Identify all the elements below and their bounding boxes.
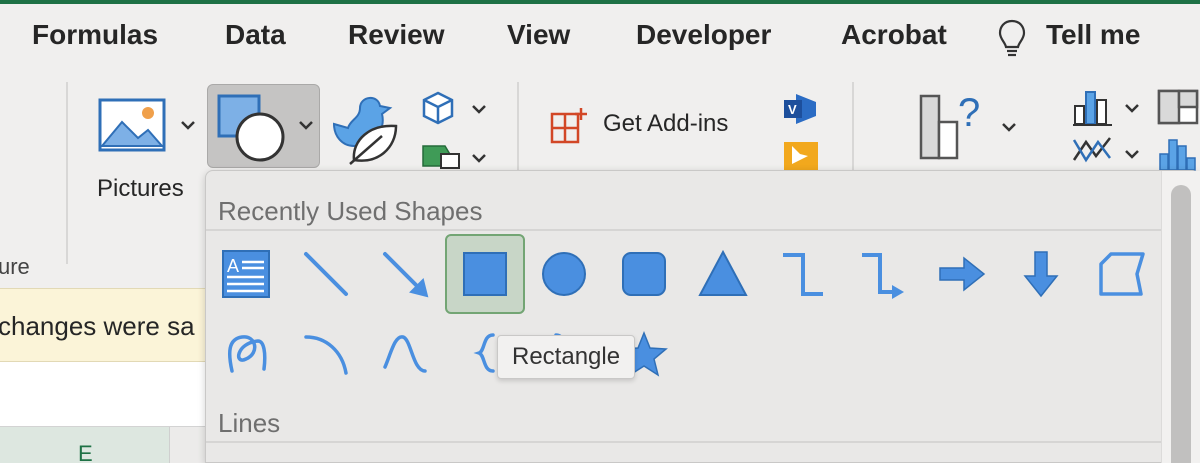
shapes-scrollbar[interactable]: [1161, 171, 1200, 463]
rounded-rectangle-shape[interactable]: [604, 234, 684, 314]
tab-developer[interactable]: Developer: [636, 19, 771, 51]
shapes-button[interactable]: [207, 84, 320, 168]
line-chart-icon[interactable]: [1072, 134, 1114, 166]
ribbon-separator: [517, 82, 519, 178]
triangle-shape[interactable]: [683, 234, 763, 314]
icons-icon[interactable]: [330, 90, 402, 166]
recently-used-shapes-label: Recently Used Shapes: [218, 196, 483, 226]
right-arrow-shape[interactable]: [922, 234, 1002, 314]
shapes-dropdown: Recently Used Shapes A Lines: [205, 170, 1200, 463]
recently-used-shapes-header: Recently Used Shapes: [206, 187, 1161, 231]
ribbon-separator: [852, 82, 854, 178]
down-arrow-icon: [1023, 251, 1059, 298]
elbow-arrow-connector-shape[interactable]: [842, 234, 922, 314]
recommended-charts-icon[interactable]: ?: [918, 92, 990, 160]
tab-formulas[interactable]: Formulas: [32, 19, 158, 51]
3d-models-chevron-down-icon[interactable]: [471, 103, 487, 115]
scrollbar-thumb[interactable]: [1171, 185, 1191, 463]
tab-review[interactable]: Review: [348, 19, 445, 51]
column-header-bar: E: [0, 426, 210, 463]
elbow-connector-shape[interactable]: [763, 234, 843, 314]
arrow-line-shape[interactable]: [365, 234, 445, 314]
line-shape[interactable]: [286, 234, 366, 314]
ribbon-separator: [66, 82, 68, 264]
text-box-shape[interactable]: A: [206, 234, 286, 314]
elbow-connector-icon: [783, 253, 823, 296]
visio-icon[interactable]: V: [782, 92, 820, 126]
svg-text:V: V: [788, 102, 797, 117]
down-arrow-shape[interactable]: [1001, 234, 1081, 314]
rectangle-icon: [463, 252, 507, 296]
pictures-label: Pictures: [97, 175, 184, 202]
tab-tell-me[interactable]: Tell me: [1046, 19, 1140, 51]
text-box-icon: A: [222, 250, 270, 298]
hierarchy-chart-icon[interactable]: [1156, 88, 1200, 126]
bing-maps-icon[interactable]: [782, 140, 820, 170]
oval-shape[interactable]: [524, 234, 604, 314]
shape-tooltip: Rectangle: [497, 335, 636, 379]
tab-acrobat[interactable]: Acrobat: [841, 19, 947, 51]
picture-icon[interactable]: [98, 98, 166, 152]
triangle-icon: [698, 249, 748, 296]
3d-models-icon[interactable]: [421, 90, 455, 126]
histogram-icon[interactable]: [1158, 134, 1200, 172]
add-ins-icon[interactable]: [549, 106, 589, 144]
column-header-label: E: [78, 441, 93, 463]
rectangle-shape[interactable]: [445, 234, 525, 314]
pictures-chevron-down-icon[interactable]: [180, 119, 196, 131]
smartart-chevron-down-icon[interactable]: [471, 152, 487, 164]
arc-icon: [304, 335, 348, 375]
wave-curve-icon: [383, 335, 427, 373]
elbow-arrow-connector-icon: [862, 253, 904, 299]
recommended-charts-chevron-down-icon[interactable]: [1001, 121, 1017, 133]
group-label: ure: [0, 254, 30, 279]
notification-banner: changes were sa: [0, 288, 210, 362]
shapes-icon: [217, 94, 285, 162]
right-arrow-icon: [939, 256, 986, 292]
banner-text: changes were sa: [0, 311, 195, 341]
oval-icon: [542, 252, 586, 296]
lightbulb-icon: [998, 19, 1026, 57]
curve-loop-icon: [227, 335, 267, 373]
lines-header: Lines: [206, 399, 1161, 443]
wave-curve-shape[interactable]: [365, 313, 445, 393]
arc-shape[interactable]: [286, 313, 366, 393]
svg-text:A: A: [227, 256, 239, 276]
tab-data[interactable]: Data: [225, 19, 286, 51]
line-chart-chevron-down-icon[interactable]: [1124, 148, 1140, 160]
ribbon-tabs: Formulas Data Review View Developer Acro…: [0, 4, 1200, 68]
svg-text:?: ?: [958, 92, 980, 135]
get-add-ins-label[interactable]: Get Add-ins: [603, 110, 728, 138]
shapes-chevron-down-icon: [299, 121, 313, 130]
tab-view[interactable]: View: [507, 19, 570, 51]
smartart-icon[interactable]: [421, 144, 461, 170]
formula-area: [0, 362, 210, 426]
curve-loop-shape[interactable]: [206, 313, 286, 393]
lines-label: Lines: [218, 408, 281, 438]
snip-corner-rectangle-icon: [1099, 252, 1145, 296]
column-chart-icon[interactable]: [1072, 88, 1114, 128]
column-header-e[interactable]: E: [0, 427, 170, 463]
column-chart-chevron-down-icon[interactable]: [1124, 102, 1140, 114]
snip-corner-rectangle-shape[interactable]: [1081, 234, 1161, 314]
rounded-rectangle-icon: [622, 252, 666, 296]
line-icon: [304, 252, 348, 296]
arrow-line-icon: [383, 252, 429, 298]
